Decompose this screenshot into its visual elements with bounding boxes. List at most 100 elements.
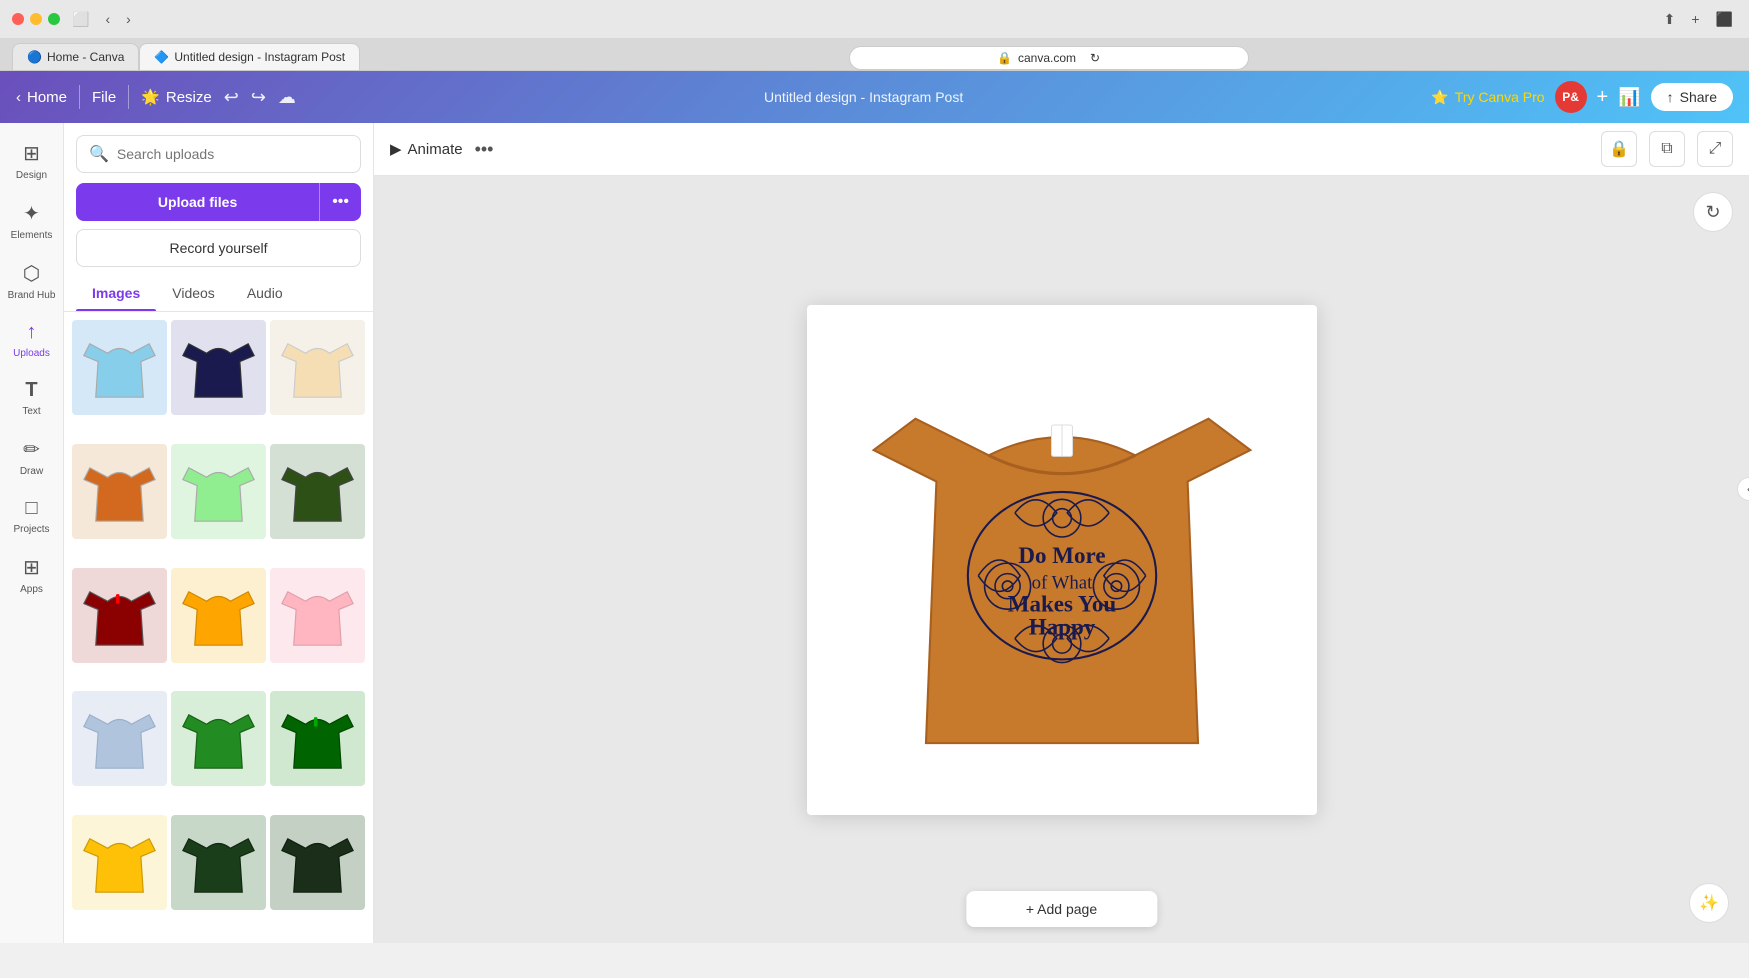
main-toolbar: ‹ Home File 🌟 Resize ↩ ↪ ☁ Untitled desi… bbox=[0, 71, 1749, 123]
design-canvas[interactable]: Do More of What Makes You Happy bbox=[807, 305, 1317, 815]
record-yourself-label: Record yourself bbox=[169, 240, 267, 256]
animate-button[interactable]: ▶ Animate bbox=[390, 140, 463, 158]
sidebar-toggle-button[interactable]: ⬜ bbox=[68, 9, 93, 30]
list-item[interactable] bbox=[270, 444, 365, 539]
search-input[interactable] bbox=[117, 146, 348, 162]
file-label: File bbox=[92, 89, 116, 106]
tab-images[interactable]: Images bbox=[76, 275, 156, 311]
try-pro-label: Try Canva Pro bbox=[1455, 89, 1545, 105]
list-item[interactable] bbox=[171, 691, 266, 786]
list-item[interactable] bbox=[171, 815, 266, 910]
duplicate-button[interactable]: ⧉ bbox=[1649, 131, 1685, 167]
sidebar-item-apps[interactable]: ⊞ Apps bbox=[0, 545, 63, 605]
tab-home[interactable]: 🔵 Home - Canva bbox=[12, 43, 139, 70]
search-box[interactable]: 🔍 bbox=[76, 135, 361, 173]
projects-icon: □ bbox=[25, 497, 37, 520]
home-button[interactable]: ‹ Home bbox=[16, 89, 67, 106]
sidebar-item-uploads-label: Uploads bbox=[13, 348, 50, 359]
animate-icon: ▶ bbox=[390, 140, 402, 158]
share-label: Share bbox=[1680, 89, 1717, 105]
user-avatar[interactable]: P& bbox=[1555, 81, 1587, 113]
sidebar-item-draw[interactable]: ✏ Draw bbox=[0, 427, 63, 487]
list-item[interactable] bbox=[270, 320, 365, 415]
resize-button[interactable]: 🌟 Resize bbox=[141, 88, 212, 106]
redo-button[interactable]: ↪ bbox=[251, 87, 266, 108]
sidebar-item-projects-label: Projects bbox=[13, 524, 49, 535]
cloud-save-button[interactable]: ☁ bbox=[278, 87, 296, 108]
uploads-icon: ↑ bbox=[27, 321, 37, 344]
avatar-label: P& bbox=[1562, 90, 1579, 104]
list-item[interactable] bbox=[270, 691, 365, 786]
list-item[interactable] bbox=[72, 691, 167, 786]
add-page-bar[interactable]: + Add page bbox=[966, 891, 1157, 927]
canvas-toolbar: ▶ Animate ••• 🔒 ⧉ ⤢ bbox=[374, 123, 1749, 176]
tab-audio[interactable]: Audio bbox=[231, 275, 299, 311]
lock-button[interactable]: 🔒 bbox=[1601, 131, 1637, 167]
share-icon: ↑ bbox=[1667, 89, 1674, 105]
list-item[interactable] bbox=[72, 568, 167, 663]
share-page-button[interactable]: ⬆ bbox=[1660, 9, 1680, 30]
address-bar[interactable]: 🔒 canva.com ↻ bbox=[849, 46, 1249, 70]
sidebar-button[interactable]: ⬛ bbox=[1712, 9, 1737, 30]
more-icon: ••• bbox=[332, 193, 349, 210]
search-icon: 🔍 bbox=[89, 144, 109, 164]
list-item[interactable] bbox=[270, 815, 365, 910]
share-button[interactable]: ↑ Share bbox=[1651, 83, 1733, 111]
tab-design[interactable]: 🔷 Untitled design - Instagram Post bbox=[139, 43, 360, 70]
tab-audio-label: Audio bbox=[247, 285, 283, 301]
tab-design-favicon: 🔷 bbox=[154, 50, 168, 64]
upload-files-button[interactable]: Upload files bbox=[76, 183, 319, 221]
list-item[interactable] bbox=[171, 320, 266, 415]
record-yourself-button[interactable]: Record yourself bbox=[76, 229, 361, 267]
list-item[interactable] bbox=[72, 815, 167, 910]
sidebar-item-uploads[interactable]: ↑ Uploads bbox=[0, 311, 63, 369]
upload-more-options-button[interactable]: ••• bbox=[319, 183, 361, 221]
svg-text:Happy: Happy bbox=[1028, 613, 1095, 639]
lock-icon: 🔒 bbox=[997, 51, 1012, 65]
add-collaborator-button[interactable]: + bbox=[1597, 86, 1609, 109]
list-item[interactable] bbox=[72, 444, 167, 539]
list-item[interactable] bbox=[171, 568, 266, 663]
list-item[interactable] bbox=[270, 568, 365, 663]
upload-btn-row: Upload files ••• bbox=[76, 183, 361, 221]
sidebar-item-draw-label: Draw bbox=[20, 466, 43, 477]
undo-button[interactable]: ↩ bbox=[224, 87, 239, 108]
tab-videos[interactable]: Videos bbox=[156, 275, 231, 311]
sidebar-item-projects[interactable]: □ Projects bbox=[0, 487, 63, 545]
minimize-button[interactable] bbox=[30, 13, 42, 25]
sidebar-item-design[interactable]: ⊞ Design bbox=[0, 131, 63, 191]
file-button[interactable]: File bbox=[92, 89, 116, 106]
close-button[interactable] bbox=[12, 13, 24, 25]
resize-label: Resize bbox=[166, 89, 212, 106]
canvas-area: ▶ Animate ••• 🔒 ⧉ ⤢ ↻ bbox=[374, 123, 1749, 943]
tab-home-label: Home - Canva bbox=[47, 50, 124, 64]
sidebar-item-brand-hub[interactable]: ⬡ Brand Hub bbox=[0, 251, 63, 311]
expand-button[interactable]: ⤢ bbox=[1697, 131, 1733, 167]
tab-home-favicon: 🔵 bbox=[27, 50, 41, 64]
elements-icon: ✦ bbox=[23, 201, 40, 226]
sidebar-item-text[interactable]: T Text bbox=[0, 369, 63, 427]
maximize-button[interactable] bbox=[48, 13, 60, 25]
app: ‹ Home File 🌟 Resize ↩ ↪ ☁ Untitled desi… bbox=[0, 71, 1749, 943]
animate-label: Animate bbox=[408, 141, 463, 158]
analytics-button[interactable]: 📊 bbox=[1618, 87, 1640, 108]
list-item[interactable] bbox=[72, 320, 167, 415]
list-item[interactable] bbox=[171, 444, 266, 539]
forward-button[interactable]: › bbox=[122, 9, 135, 29]
home-label: Home bbox=[27, 89, 67, 106]
tab-design-label: Untitled design - Instagram Post bbox=[174, 50, 345, 64]
svg-text:Do More: Do More bbox=[1018, 542, 1105, 568]
chevron-left-icon: ‹ bbox=[16, 89, 21, 106]
try-canva-pro-button[interactable]: ⭐ Try Canva Pro bbox=[1431, 89, 1544, 106]
magic-button[interactable]: ✨ bbox=[1689, 883, 1729, 923]
traffic-lights bbox=[12, 13, 60, 25]
apps-icon: ⊞ bbox=[23, 555, 40, 580]
more-options-button[interactable]: ••• bbox=[475, 139, 494, 160]
refresh-button[interactable]: ↻ bbox=[1693, 192, 1733, 232]
text-icon: T bbox=[25, 379, 37, 402]
new-tab-button[interactable]: + bbox=[1687, 9, 1703, 29]
brand-hub-icon: ⬡ bbox=[23, 261, 40, 286]
sidebar-item-brand-hub-label: Brand Hub bbox=[8, 290, 56, 301]
sidebar-item-elements[interactable]: ✦ Elements bbox=[0, 191, 63, 251]
back-button[interactable]: ‹ bbox=[101, 9, 114, 29]
